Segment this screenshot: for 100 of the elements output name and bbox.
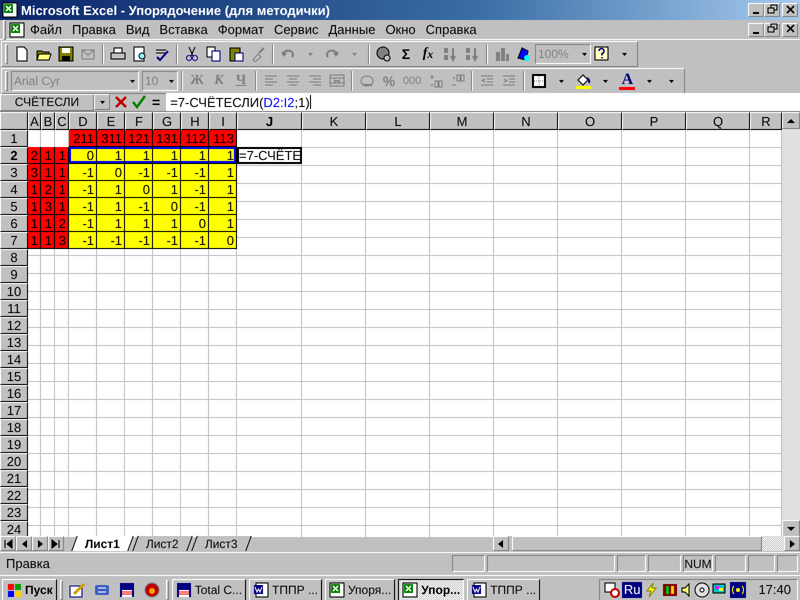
row-header[interactable]: 12 <box>0 317 28 334</box>
left-arrow-icon[interactable] <box>496 538 506 548</box>
cancel-icon[interactable] <box>114 95 128 109</box>
formula-field[interactable]: =7-СЧЁТЕСЛИ(D2:I2;1) <box>166 93 800 111</box>
column-header[interactable]: M <box>430 112 494 130</box>
row-header[interactable]: 9 <box>0 266 28 283</box>
row-header[interactable]: 21 <box>0 470 28 487</box>
column-header[interactable]: O <box>558 112 622 130</box>
column-header[interactable]: L <box>366 112 430 130</box>
minimize-button[interactable] <box>748 22 764 36</box>
previous-sheet-button[interactable] <box>16 536 32 551</box>
column-header[interactable]: G <box>153 112 181 130</box>
menu-item[interactable]: Вид <box>120 22 154 37</box>
taskbar-window-button[interactable]: Упоря... <box>324 578 396 600</box>
menu-item[interactable]: Справка <box>420 22 482 37</box>
menu-item[interactable]: Сервис <box>268 22 324 37</box>
column-header[interactable]: C <box>55 112 69 130</box>
row-header[interactable]: 13 <box>0 334 28 351</box>
column-header[interactable]: F <box>125 112 153 130</box>
caret-icon[interactable] <box>129 78 136 84</box>
menu-item[interactable]: Данные <box>323 22 380 37</box>
close-button[interactable] <box>782 22 798 36</box>
next-sheet-button[interactable] <box>32 536 48 551</box>
caret-icon[interactable] <box>98 99 106 105</box>
caret-icon[interactable] <box>581 51 588 57</box>
column-header[interactable]: E <box>97 112 125 130</box>
menu-item[interactable]: Правка <box>66 22 121 37</box>
row-header[interactable]: 22 <box>0 487 28 504</box>
column-header[interactable]: I <box>209 112 237 130</box>
name-box-dropdown[interactable] <box>94 94 110 110</box>
column-header[interactable]: J <box>237 112 302 130</box>
row-header[interactable]: 3 <box>0 164 28 181</box>
column-header[interactable]: P <box>622 112 686 130</box>
taskbar-window-button[interactable]: Упор... <box>398 578 464 600</box>
checkmark-icon[interactable] <box>132 95 146 109</box>
close-button[interactable] <box>782 3 798 17</box>
row-header[interactable]: 2 <box>0 147 28 164</box>
column-header[interactable]: R <box>750 112 782 130</box>
menu-item[interactable]: Формат <box>212 22 269 37</box>
last-sheet-button[interactable] <box>48 536 64 551</box>
caret-icon[interactable] <box>646 78 653 84</box>
row-header[interactable]: 19 <box>0 436 28 453</box>
row-header[interactable]: 6 <box>0 215 28 232</box>
row-header[interactable]: 16 <box>0 385 28 402</box>
signal-icon[interactable] <box>730 582 746 598</box>
last-arrow-icon[interactable] <box>51 538 61 548</box>
menu-item[interactable]: Файл <box>25 22 67 37</box>
autosum-button[interactable]: Σ <box>395 43 417 65</box>
cd-icon[interactable] <box>694 582 710 598</box>
taskbar-window-button[interactable]: ТППР ... <box>249 578 322 600</box>
scheduler-icon[interactable] <box>604 582 620 598</box>
taskbar-window-button[interactable]: Total C... <box>172 578 246 600</box>
start-button[interactable]: Пуск <box>2 578 57 600</box>
column-header[interactable]: A <box>28 112 41 130</box>
minimize-button[interactable] <box>748 3 764 17</box>
column-header[interactable]: B <box>41 112 55 130</box>
first-sheet-button[interactable] <box>0 536 16 551</box>
row-header[interactable]: 5 <box>0 198 28 215</box>
row-header[interactable]: 10 <box>0 283 28 300</box>
row-header[interactable]: 11 <box>0 300 28 317</box>
row-header[interactable]: 7 <box>0 232 28 249</box>
column-header[interactable]: Q <box>686 112 750 130</box>
row-header[interactable]: 8 <box>0 249 28 266</box>
speaker-icon[interactable] <box>680 582 692 598</box>
menu-item[interactable]: Вставка <box>154 22 213 37</box>
caret-icon[interactable] <box>668 78 675 84</box>
sheet-tab[interactable]: Лист3 <box>191 536 252 551</box>
column-header[interactable]: N <box>494 112 558 130</box>
first-arrow-icon[interactable] <box>3 538 13 548</box>
select-all-corner[interactable] <box>0 112 28 130</box>
horizontal-scrollbar[interactable] <box>493 536 800 551</box>
restore-button[interactable] <box>764 22 780 36</box>
sheet-tab[interactable]: Лист1 <box>71 536 134 551</box>
row-header[interactable]: 23 <box>0 504 28 521</box>
taskbar-window-button[interactable]: ТППР ... <box>467 578 540 600</box>
next-arrow-icon[interactable] <box>35 538 45 548</box>
row-header[interactable]: 20 <box>0 453 28 470</box>
up-arrow-icon[interactable] <box>786 116 796 124</box>
column-header[interactable]: H <box>181 112 209 130</box>
caret-icon[interactable] <box>602 78 609 84</box>
vertical-scrollbar[interactable] <box>782 112 800 537</box>
column-header[interactable]: D <box>69 112 97 130</box>
caret-icon[interactable] <box>558 78 565 84</box>
right-arrow-icon[interactable] <box>787 538 797 548</box>
row-header[interactable]: 1 <box>0 130 28 147</box>
row-header[interactable]: 4 <box>0 181 28 198</box>
restore-button[interactable] <box>764 3 780 17</box>
down-arrow-icon[interactable] <box>786 524 796 532</box>
menu-item[interactable]: Окно <box>380 22 421 37</box>
scrollbar-thumb[interactable] <box>512 536 762 551</box>
column-header[interactable]: K <box>302 112 366 130</box>
language-indicator[interactable]: Ru <box>622 582 642 598</box>
name-box[interactable]: СЧЁТЕСЛИ <box>0 94 94 110</box>
caret-icon[interactable] <box>168 78 175 84</box>
film-icon[interactable] <box>662 582 678 598</box>
row-header[interactable]: 15 <box>0 368 28 385</box>
row-header[interactable]: 14 <box>0 351 28 368</box>
row-header[interactable]: 18 <box>0 419 28 436</box>
sheet-tab[interactable]: Лист2 <box>132 536 192 551</box>
font-color-button[interactable]: A <box>616 70 638 92</box>
